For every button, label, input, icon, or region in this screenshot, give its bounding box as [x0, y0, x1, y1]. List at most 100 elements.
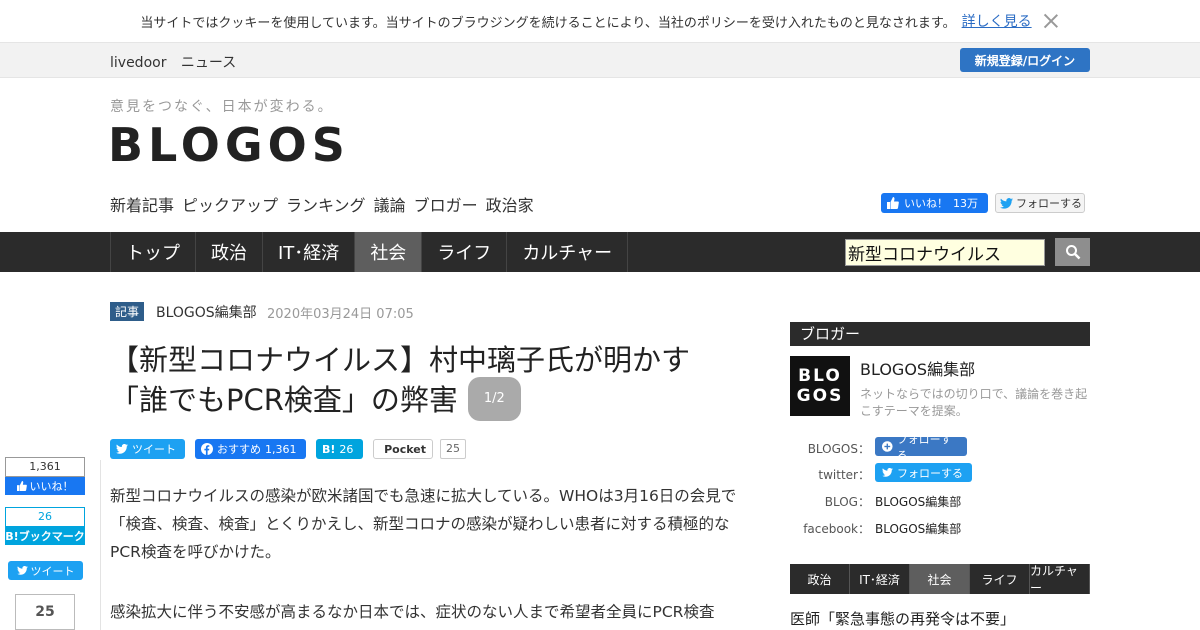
nav-politics[interactable]: 政治 — [195, 232, 262, 272]
nav-top[interactable]: トップ — [110, 232, 195, 272]
article-paragraph: 感染拡大に伴う不安感が高まるなか日本では、症状のない人まで希望者全員にPCR検査 — [110, 603, 715, 621]
thumbs-up-icon — [887, 197, 899, 209]
avatar-line2: GOS — [796, 386, 844, 406]
article-tag: 記事 — [110, 302, 145, 321]
twitter-follow-label: フォローする — [1016, 197, 1082, 210]
site-logo[interactable]: BLOGOS — [108, 118, 350, 172]
blog-link[interactable]: BLOGOS編集部 — [875, 493, 961, 510]
fb-like-label: いいね！ — [904, 197, 948, 210]
article-author[interactable]: BLOGOS編集部 — [156, 302, 257, 322]
article-paragraph: 新型コロナウイルスの感染が欧米諸国でも急速に拡大している。WHOは3月16日の会… — [110, 487, 737, 561]
article-date: 2020年03月24日 07:05 — [267, 307, 414, 322]
subnav-politician[interactable]: 政治家 — [486, 192, 534, 216]
facebook-row: facebook： BLOGOS編集部 — [790, 517, 1090, 537]
tab-life[interactable]: ライフ — [970, 564, 1030, 594]
site-tagline: 意見をつなぐ、日本が変わる。 — [110, 99, 334, 115]
facebook-label: facebook： — [803, 522, 870, 536]
fb-like-button[interactable]: いいね！ 13万 — [881, 193, 988, 213]
top-bar: livedoor ニュース 新規登録/ログイン — [0, 42, 1200, 78]
left-tweet-button[interactable]: ツイート — [8, 561, 83, 580]
facebook-icon — [201, 443, 213, 455]
divider — [100, 460, 101, 630]
cookie-banner: 当サイトではクッキーを使用しています。当サイトのブラウジングを続けることにより、… — [0, 0, 1200, 42]
tweet-label: ツイート — [132, 443, 176, 456]
left-fb-like-label: いいね！ — [29, 480, 74, 493]
subnav-ranking[interactable]: ランキング — [286, 192, 366, 216]
twitter-bird-icon — [16, 566, 28, 575]
tweet-button[interactable]: ツイート — [110, 439, 185, 459]
left-tweet-label: ツイート — [30, 564, 75, 578]
title-line1: 【新型コロナウイルス】村中璃子氏が明かす — [110, 343, 691, 377]
left-pocket-count: 25 — [15, 594, 75, 630]
blogos-label: BLOGOS： — [807, 442, 870, 456]
twitter-bird-icon — [1000, 197, 1013, 209]
left-tweet-share[interactable]: ツイート — [8, 561, 83, 580]
blogos-follow-label: フォローする — [896, 432, 952, 462]
main-nav: トップ 政治 IT･経済 社会 ライフ カルチャー — [0, 232, 1200, 272]
tab-culture[interactable]: カルチャー — [1030, 564, 1090, 595]
search-button[interactable] — [1055, 238, 1090, 266]
twitter-label: twitter： — [818, 468, 870, 482]
subnav-new[interactable]: 新着記事 — [110, 192, 174, 216]
brand-livedoor[interactable]: livedoor — [110, 55, 166, 71]
nav-life[interactable]: ライフ — [421, 232, 506, 272]
blogos-follow-row: BLOGOS： フォローする — [790, 433, 1090, 462]
hatena-bookmark-button[interactable]: B! 26 — [316, 439, 363, 459]
twitter-bird-icon — [882, 468, 893, 477]
fb-recommend-count: 1,361 — [265, 442, 297, 456]
sidebar-category-tabs: 政治 IT･経済 社会 ライフ カルチャー — [790, 564, 1090, 595]
blogos-follow-button[interactable]: フォローする — [875, 433, 967, 462]
left-hatena-count: 26 — [5, 507, 85, 527]
article-title: 【新型コロナウイルス】村中璃子氏が明かす 「誰でもPCR検査」の弊害 1/2 — [110, 340, 750, 424]
subnav-pickup[interactable]: ピックアップ — [182, 192, 278, 216]
thumbs-up-icon — [16, 481, 27, 491]
sidebar-header: ブロガー — [790, 322, 1090, 346]
sidebar-article-link[interactable]: 医師「緊急事態の再発令は不要」 — [790, 608, 1015, 629]
page-badge: 1/2 — [467, 377, 521, 421]
fb-recommend-label: おすすめ — [217, 443, 261, 456]
login-button[interactable]: 新規登録/ログイン — [960, 48, 1090, 72]
plus-icon — [882, 441, 893, 452]
subnav-discussion[interactable]: 議論 — [374, 192, 406, 216]
cookie-message: 当サイトではクッキーを使用しています。当サイトのブラウジングを続けることにより、… — [140, 15, 956, 31]
blogger-name[interactable]: BLOGOS編集部 — [860, 356, 975, 380]
livedoor-brand[interactable]: livedoor ニュース — [110, 52, 246, 72]
nav-it-economy[interactable]: IT･経済 — [262, 232, 354, 272]
fb-recommend-button[interactable]: おすすめ 1,361 — [195, 439, 306, 459]
nav-culture[interactable]: カルチャー — [506, 232, 629, 272]
brand-news[interactable]: ニュース — [181, 55, 236, 71]
left-hatena-button[interactable]: B!ブックマーク — [5, 527, 85, 545]
tab-society[interactable]: 社会 — [910, 564, 970, 594]
hatena-icon: B! — [322, 442, 336, 456]
search-input[interactable] — [845, 239, 1045, 266]
pocket-count: 25 — [440, 439, 466, 459]
blog-row: BLOG： BLOGOS編集部 — [790, 490, 1090, 510]
fb-like-count: 13万 — [953, 197, 978, 210]
left-fb-share[interactable]: 1,361 いいね！ — [5, 457, 85, 495]
blogger-avatar[interactable]: BLO GOS — [790, 356, 850, 416]
sub-nav: 新着記事 ピックアップ ランキング 議論 ブロガー 政治家 — [110, 192, 534, 216]
search-icon — [1065, 245, 1080, 260]
left-hatena-share[interactable]: 26 B!ブックマーク — [5, 507, 85, 545]
nav-society[interactable]: 社会 — [354, 232, 422, 272]
tab-politics[interactable]: 政治 — [790, 564, 850, 594]
cookie-more-link[interactable]: 詳しく見る — [962, 11, 1032, 31]
left-fb-like-button[interactable]: いいね！ — [5, 477, 85, 495]
hatena-count: 26 — [339, 442, 354, 456]
twitter-follow-btn[interactable]: フォローする — [875, 463, 972, 482]
avatar-line1: BLO — [798, 366, 842, 386]
facebook-link[interactable]: BLOGOS編集部 — [875, 520, 961, 537]
pocket-button[interactable]: Pocket — [373, 439, 433, 459]
blog-label: BLOG： — [824, 495, 870, 509]
twitter-follow-btn-label: フォローする — [897, 466, 963, 480]
close-icon[interactable] — [1042, 12, 1060, 30]
twitter-bird-icon — [116, 444, 128, 454]
title-line2: 「誰でもPCR検査」の弊害 — [110, 383, 458, 417]
tab-it-economy[interactable]: IT･経済 — [850, 564, 910, 594]
blogger-description: ネットならではの切り口で、議論を巻き起こすテーマを提案。 — [860, 387, 1088, 418]
pocket-label: Pocket — [384, 442, 426, 456]
twitter-follow-button[interactable]: フォローする — [995, 193, 1085, 213]
subnav-blogger[interactable]: ブロガー — [414, 192, 478, 216]
twitter-follow-row: twitter： フォローする — [790, 463, 1090, 483]
left-fb-count: 1,361 — [5, 457, 85, 477]
